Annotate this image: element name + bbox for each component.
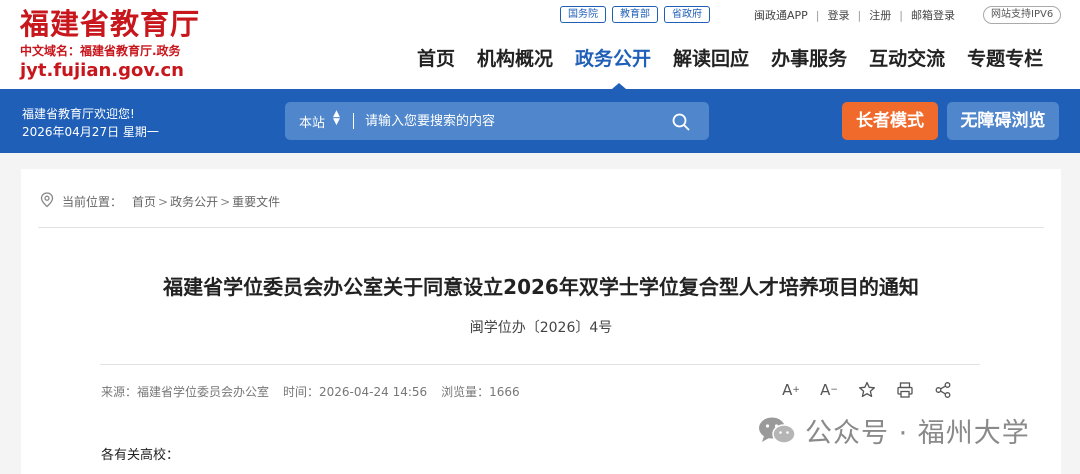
article-source: 来源：福建省学位委员会办公室 <box>101 385 270 399</box>
nav-home[interactable]: 首页 <box>417 46 455 72</box>
search-scope-select[interactable]: 本站 <box>299 112 325 131</box>
nav-topics[interactable]: 专题专栏 <box>967 46 1043 72</box>
nav-interaction[interactable]: 互动交流 <box>869 46 945 72</box>
share-icon[interactable] <box>932 379 954 401</box>
site-header: 福建省教育厅 中文域名：福建省教育厅.政务 jyt.fujian.gov.cn … <box>0 0 1080 89</box>
nav-interpretation[interactable]: 解读回应 <box>673 46 749 72</box>
logo-domain: 中文域名：福建省教育厅.政务 <box>20 44 181 58</box>
gov-link-state-council[interactable]: 国务院 <box>560 6 606 23</box>
article-greeting: 各有关高校： <box>101 448 180 463</box>
breadcrumb-separator: > <box>158 194 169 209</box>
login-link[interactable]: 登录 <box>828 7 850 23</box>
search-bar-band: 福建省教育厅欢迎您! 2026年04月27日 星期一 本站 ▲▼ 长者模式 无障… <box>0 89 1080 153</box>
gov-link-province[interactable]: 省政府 <box>664 6 710 23</box>
divider: | <box>815 8 820 22</box>
wechat-watermark: 公众号 · 福州大学 <box>757 411 1030 450</box>
search-icon[interactable] <box>672 113 690 135</box>
article-tools: A + A − <box>780 379 954 401</box>
current-date: 2026年04月27日 星期一 <box>22 125 159 139</box>
search-divider <box>353 113 354 129</box>
nav-about[interactable]: 机构概况 <box>477 46 553 72</box>
updown-arrows-icon[interactable]: ▲ ▼ <box>333 110 340 127</box>
divider: | <box>857 8 862 22</box>
location-pin-icon <box>40 192 54 211</box>
nav-services[interactable]: 办事服务 <box>771 46 847 72</box>
breadcrumb-home[interactable]: 首页 <box>132 193 156 210</box>
ipv6-badge: 网站支持IPV6 <box>983 6 1062 24</box>
breadcrumb: 当前位置： 首页 > 政务公开 > 重要文件 <box>40 192 280 211</box>
utility-links: 闽政通APP | 登录 | 注册 | 邮箱登录 <box>754 7 955 23</box>
watermark-text: 公众号 · 福州大学 <box>805 418 1030 449</box>
gov-links: 国务院 教育部 省政府 <box>560 6 710 23</box>
search-input[interactable] <box>365 110 665 132</box>
logo-title: 福建省教育厅 <box>20 7 201 41</box>
breadcrumb-separator: > <box>220 194 231 209</box>
register-link[interactable]: 注册 <box>869 7 891 23</box>
star-icon[interactable] <box>856 379 878 401</box>
site-logo[interactable]: 福建省教育厅 中文域名：福建省教育厅.政务 jyt.fujian.gov.cn <box>20 8 200 82</box>
mail-login-link[interactable]: 邮箱登录 <box>911 7 955 23</box>
breadcrumb-important-docs[interactable]: 重要文件 <box>232 193 280 210</box>
font-decrease-icon[interactable]: A − <box>818 379 840 401</box>
breadcrumb-label: 当前位置： <box>62 195 123 209</box>
divider: | <box>899 8 903 22</box>
welcome-text: 福建省教育厅欢迎您! <box>22 107 135 121</box>
wechat-icon <box>759 417 796 444</box>
divider <box>100 364 980 365</box>
document-number: 闽学位办〔2026〕4号 <box>469 320 613 336</box>
article-time: 时间：2026-04-24 14:56 <box>283 385 428 399</box>
search-box: 本站 ▲ ▼ <box>285 102 709 140</box>
font-increase-icon[interactable]: A + <box>780 379 802 401</box>
breadcrumb-gov-affairs[interactable]: 政务公开 <box>170 193 218 210</box>
gov-link-moe[interactable]: 教育部 <box>612 6 658 23</box>
main-nav: 首页 机构概况 政务公开 解读回应 办事服务 互动交流 专题专栏 <box>406 46 1054 72</box>
divider <box>38 227 1044 228</box>
accessibility-button[interactable]: 无障碍浏览 <box>947 102 1059 140</box>
article-title: 福建省学位委员会办公室关于同意设立2026年双学士学位复合型人才培养项目的通知 <box>163 275 919 299</box>
article-views: 浏览量：1666 <box>441 385 520 399</box>
welcome-block: 福建省教育厅欢迎您! 2026年04月27日 星期一 <box>22 105 159 141</box>
app-link[interactable]: 闽政通APP <box>754 7 808 23</box>
print-icon[interactable] <box>894 379 916 401</box>
article-meta: 来源：福建省学位委员会办公室 时间：2026-04-24 14:56 浏览量：1… <box>101 383 534 400</box>
nav-gov-affairs[interactable]: 政务公开 <box>575 46 651 72</box>
logo-url: jyt.fujian.gov.cn <box>20 60 184 81</box>
elder-mode-button[interactable]: 长者模式 <box>842 102 938 140</box>
